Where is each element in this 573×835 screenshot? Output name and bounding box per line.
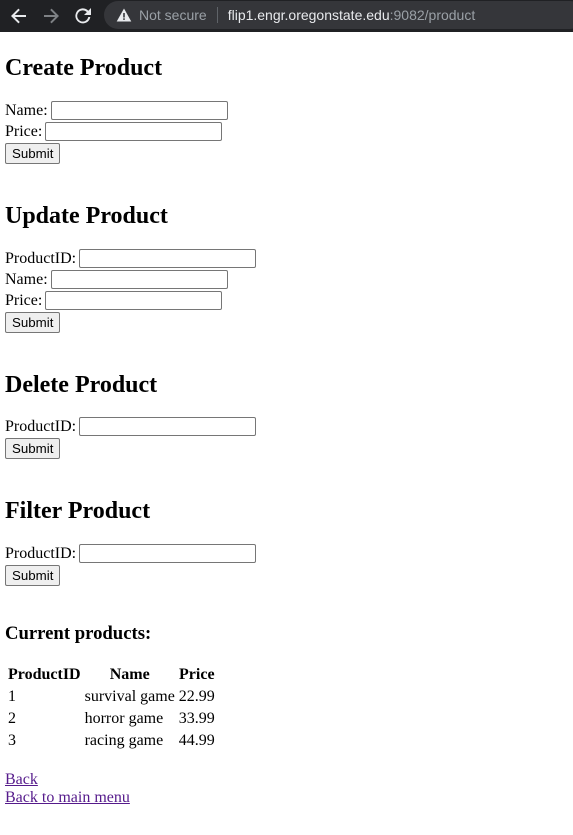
create-price-input[interactable] xyxy=(45,122,223,141)
update-id-label: ProductID: xyxy=(5,250,77,267)
update-name-input[interactable] xyxy=(50,270,228,289)
delete-id-label: ProductID: xyxy=(5,418,77,435)
create-price-label: Price: xyxy=(5,123,43,140)
update-id-input[interactable] xyxy=(79,249,257,268)
update-product-form: ProductID: Name: Price: Submit xyxy=(5,248,257,333)
cell-price: 33.99 xyxy=(178,710,215,727)
table-row: 2 horror game 33.99 xyxy=(7,709,216,729)
cell-name: racing game xyxy=(84,732,164,749)
filter-id-input[interactable] xyxy=(79,544,257,563)
delete-id-input[interactable] xyxy=(79,417,257,436)
update-submit-button[interactable]: Submit xyxy=(5,312,61,333)
table-row: 3 racing game 44.99 xyxy=(7,731,216,751)
create-name-label: Name: xyxy=(5,102,48,119)
filter-product-form: ProductID: Submit xyxy=(5,543,257,586)
filter-submit-button[interactable]: Submit xyxy=(5,565,61,586)
table-row: 1 survival game 22.99 xyxy=(7,687,216,707)
not-secure-label[interactable]: Not secure xyxy=(139,7,207,23)
cell-name: survival game xyxy=(84,688,175,705)
browser-toolbar: Not secure flip1.engr.oregonstate.edu:90… xyxy=(0,0,573,32)
update-product-heading: Update Product xyxy=(5,203,168,229)
update-name-label: Name: xyxy=(5,271,48,288)
delete-product-heading: Delete Product xyxy=(5,372,158,398)
reload-icon[interactable] xyxy=(73,6,93,26)
url-path: :9082/product xyxy=(389,7,476,23)
filter-product-heading: Filter Product xyxy=(5,498,151,524)
back-link[interactable]: Back xyxy=(5,771,130,789)
warning-icon[interactable] xyxy=(116,7,132,23)
header-name: Name xyxy=(109,666,150,683)
create-product-heading: Create Product xyxy=(5,55,163,81)
create-product-form: Name: Price: Submit xyxy=(5,100,228,164)
cell-productid: 3 xyxy=(8,732,16,749)
footer-links: Back Back to main menu xyxy=(5,771,130,807)
header-productid: ProductID xyxy=(8,666,81,683)
cell-name: horror game xyxy=(84,710,164,727)
back-arrow-icon[interactable] xyxy=(9,6,29,26)
create-submit-button[interactable]: Submit xyxy=(5,143,61,164)
update-price-input[interactable] xyxy=(45,291,223,310)
forward-arrow-icon[interactable] xyxy=(41,6,61,26)
address-separator xyxy=(216,7,218,23)
cell-productid: 1 xyxy=(8,688,16,705)
cell-price: 22.99 xyxy=(178,688,215,705)
address-bar[interactable]: Not secure flip1.engr.oregonstate.edu:90… xyxy=(104,1,573,29)
delete-submit-button[interactable]: Submit xyxy=(5,438,61,459)
url-host: flip1.engr.oregonstate.edu xyxy=(227,7,390,23)
delete-product-form: ProductID: Submit xyxy=(5,416,257,459)
header-price: Price xyxy=(179,666,215,683)
products-table: ProductID Name Price 1 survival game 22.… xyxy=(5,663,218,753)
current-products-heading: Current products: xyxy=(5,623,152,644)
create-name-input[interactable] xyxy=(50,101,228,120)
main-menu-link[interactable]: Back to main menu xyxy=(5,789,130,807)
update-price-label: Price: xyxy=(5,292,43,309)
table-header-row: ProductID Name Price xyxy=(7,665,216,685)
filter-id-label: ProductID: xyxy=(5,545,77,562)
cell-price: 44.99 xyxy=(178,732,215,749)
cell-productid: 2 xyxy=(8,710,16,727)
